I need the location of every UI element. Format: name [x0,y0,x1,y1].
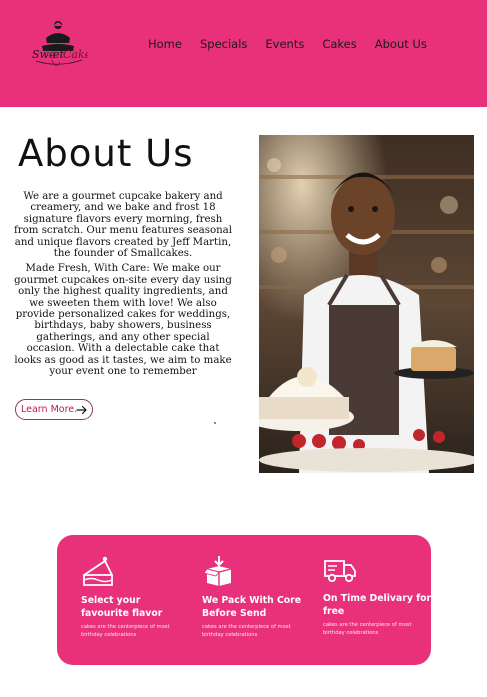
nav-specials[interactable]: Specials [200,37,247,51]
about-paragraph-intro: We are a gourmet cupcake bakery and crea… [14,191,232,260]
svg-text:Cake: Cake [63,48,88,61]
page-title: About Us [18,132,194,175]
features-banner: Select your favourite flavor cakes are t… [57,535,431,665]
delivery-truck-icon [324,560,356,583]
feature-pack-desc: cakes are the centerpiece of most birthd… [202,624,291,638]
cake-slice-icon [83,556,113,586]
feature-delivery-desc: cakes are the centerpiece of most birthd… [323,622,412,636]
hero-chef-photo [259,135,474,473]
feature-pack-title: We Pack With Core Before Send [202,595,302,619]
feature-pack: We Pack With Core Before Send cakes are … [202,555,312,639]
learn-more-label: Learn More. [21,404,78,415]
feature-flavor-title: Select your favourite flavor [81,595,163,619]
package-icon [203,556,232,586]
about-text: We are a gourmet cupcake bakery and crea… [14,191,232,382]
nav-events[interactable]: Events [265,37,304,51]
about-paragraph-care: Made Fresh, With Care: We make our gourm… [14,263,232,378]
feature-flavor: Select your favourite flavor cakes are t… [81,555,191,639]
feature-flavor-desc: cakes are the centerpiece of most birthd… [81,624,170,638]
site-header: Swe et Cake Home Specials Events Cakes A… [0,0,487,107]
feature-delivery-title: On Time Delivary for free [323,593,432,617]
decorative-dot [214,422,216,424]
nav-cakes[interactable]: Cakes [322,37,356,51]
arrow-right-icon [76,405,87,415]
feature-delivery: On Time Delivary for free cakes are the … [323,553,433,637]
learn-more-button[interactable]: Learn More. [15,399,93,420]
nav-about-us[interactable]: About Us [375,37,427,51]
main-nav: Home Specials Events Cakes About Us [148,37,427,51]
brand-logo[interactable]: Swe et Cake [28,16,92,72]
nav-home[interactable]: Home [148,37,182,51]
